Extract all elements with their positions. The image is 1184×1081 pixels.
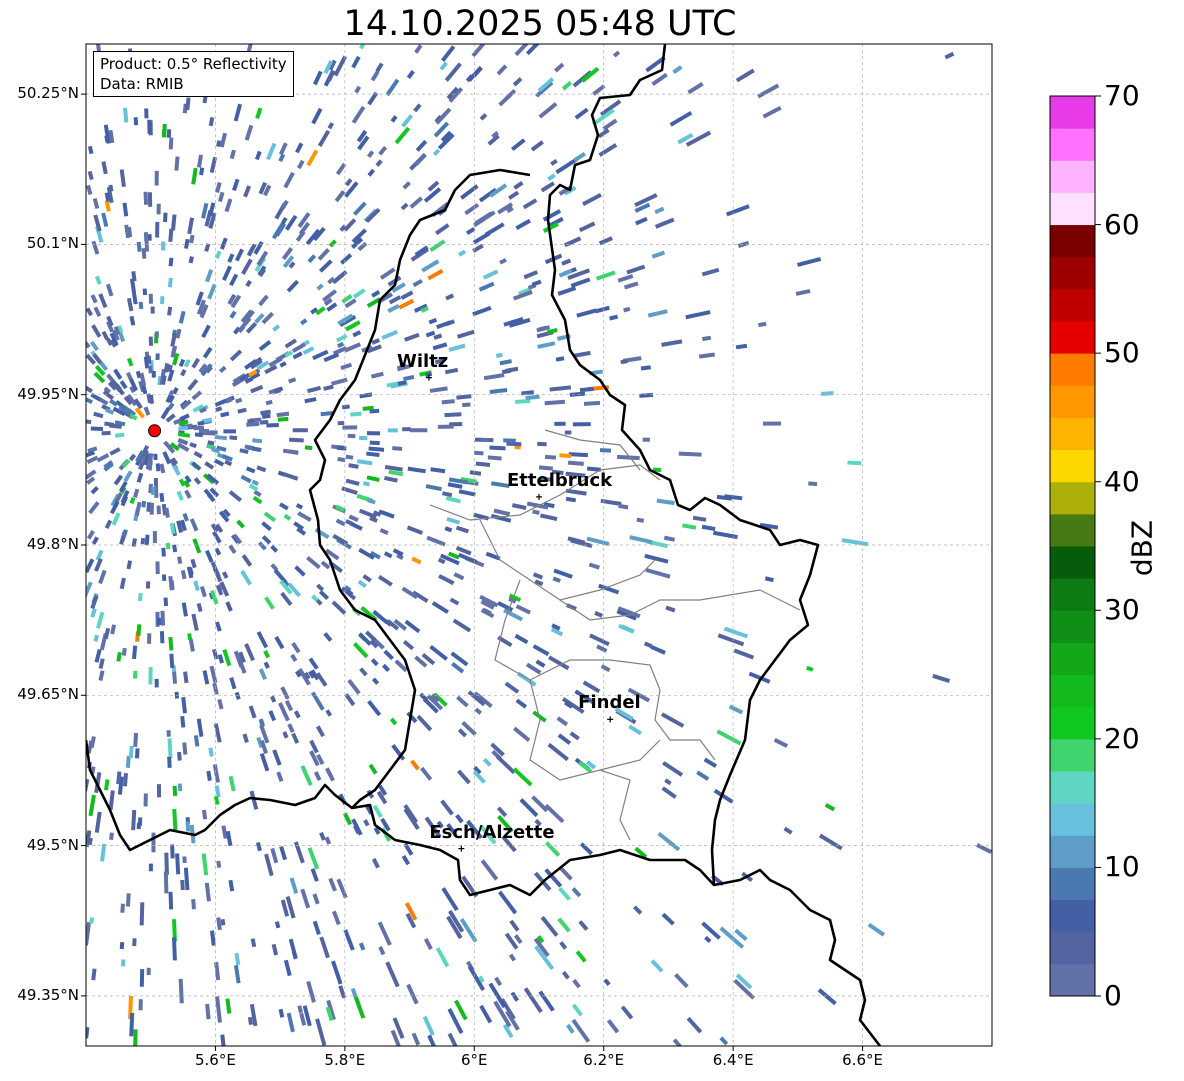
lon-tick-label: 6.6°E [842, 1051, 883, 1069]
colorbar-segment [1050, 546, 1095, 579]
colorbar-tick-label: 40 [1104, 464, 1140, 498]
colorbar-segment [1050, 674, 1095, 708]
radar-site-marker [148, 424, 162, 438]
city-label: Findel [578, 692, 641, 714]
lat-tick-label: 49.8°N [26, 535, 79, 553]
colorbar-segment [1050, 385, 1095, 418]
colorbar-segment [1050, 642, 1095, 676]
radar-map [81, 43, 1101, 1051]
lat-tick-label: 50.1°N [26, 234, 79, 253]
colorbar-segment [1050, 96, 1095, 129]
colorbar-segment [1050, 449, 1095, 483]
colorbar-tick-label: 20 [1104, 721, 1140, 755]
colorbar-segment [1050, 256, 1095, 290]
germany-border-south [713, 868, 882, 1046]
lon-tick-label: 6.2°E [583, 1051, 625, 1069]
lon-tick-label: 5.6°E [195, 1051, 236, 1069]
colorbar-segment [1050, 192, 1095, 226]
colorbar-segment [1050, 481, 1095, 515]
reflectivity-echoes [86, 44, 992, 1046]
colorbar-unit-label: dBZ [1125, 519, 1159, 577]
colorbar-segment [1050, 803, 1095, 836]
colorbar-segment [1050, 160, 1095, 193]
colorbar-segment [1050, 224, 1095, 258]
lat-tick-label: 49.5°N [26, 835, 79, 854]
colorbar-segment [1050, 417, 1095, 451]
colorbar-tick-label: 10 [1104, 850, 1140, 884]
colorbar-segment [1050, 867, 1095, 901]
colorbar [1050, 96, 1095, 997]
colorbar-segment [1050, 835, 1095, 868]
colorbar-segment [1050, 738, 1095, 772]
lat-tick-label: 49.95°N [17, 384, 79, 403]
city-label: Esch/Alzette [429, 821, 555, 843]
product-label: Product: 0.5° Reflectivity [100, 55, 287, 73]
colorbar-segment [1050, 706, 1095, 740]
colorbar-segment [1050, 931, 1095, 965]
source-label: Data: RMIB [100, 75, 184, 93]
lon-tick-label: 6.4°E [712, 1051, 754, 1069]
colorbar-segment [1050, 321, 1095, 354]
colorbar-tick-label: 30 [1104, 593, 1140, 627]
lat-tick-label: 49.35°N [17, 985, 79, 1004]
colorbar-segment [1050, 128, 1095, 161]
colorbar-segment [1050, 610, 1095, 643]
lon-tick-label: 5.8°E [324, 1051, 366, 1069]
colorbar-tick-label: 0 [1104, 979, 1122, 1012]
product-info-box: Product: 0.5° Reflectivity Data: RMIB [93, 51, 294, 97]
city-label: Wiltz [396, 350, 449, 372]
lon-tick-label: 6°E [461, 1051, 488, 1069]
colorbar-segment [1050, 288, 1095, 322]
colorbar-tick-label: 60 [1104, 207, 1140, 241]
colorbar-segment [1050, 578, 1095, 611]
colorbar-tick-label: 70 [1104, 79, 1140, 112]
city-label: Ettelbruck [507, 469, 613, 491]
colorbar-segment [1050, 353, 1095, 386]
lat-tick-label: 50.25°N [17, 84, 79, 103]
colorbar-segment [1050, 899, 1095, 933]
colorbar-segment [1050, 513, 1095, 547]
colorbar-tick-label: 50 [1104, 336, 1140, 370]
colorbar-segment [1050, 771, 1095, 804]
lat-tick-label: 49.65°N [17, 685, 79, 704]
colorbar-segment [1050, 963, 1095, 997]
